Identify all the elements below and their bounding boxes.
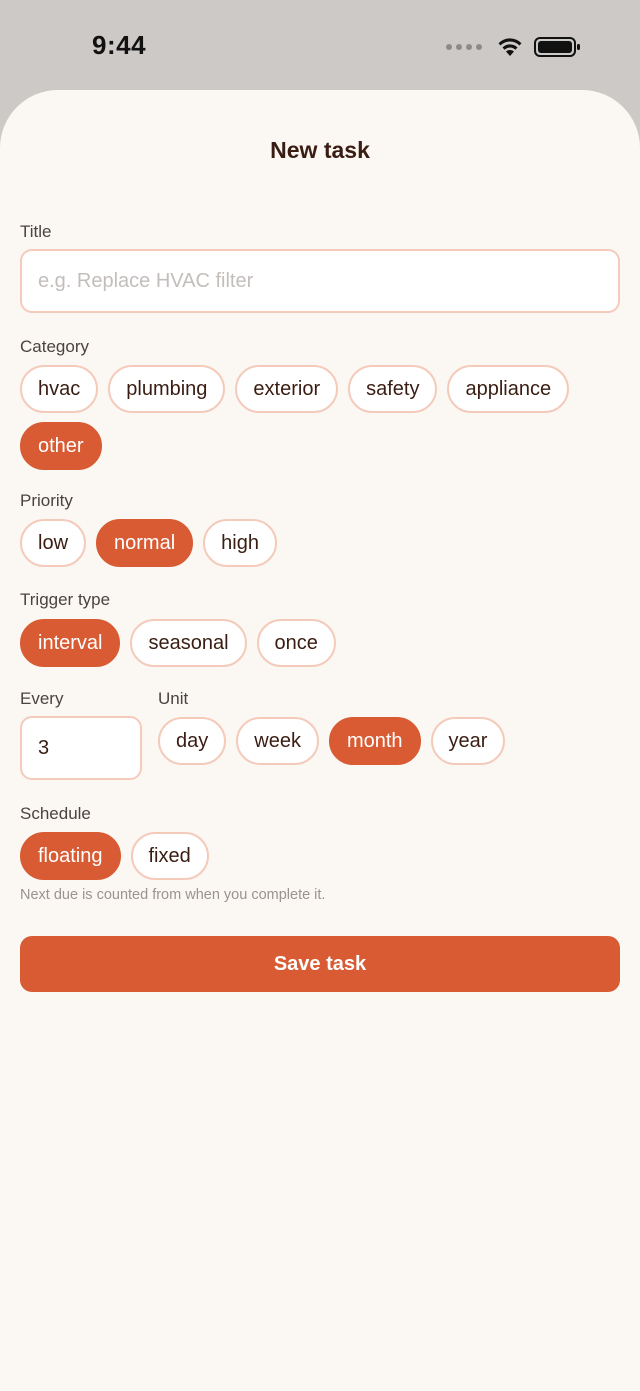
category-chip-other[interactable]: other xyxy=(20,422,102,470)
every-label: Every xyxy=(20,689,64,708)
status-bar: 9:44 xyxy=(0,0,640,92)
battery-icon xyxy=(534,37,580,57)
trigger-type-label: Trigger type xyxy=(20,590,111,609)
every-input[interactable]: 3 xyxy=(20,716,142,780)
category-chips-row-1: hvac plumbing exterior safety appliance xyxy=(20,365,570,413)
unit-chips: day week month year xyxy=(158,717,506,765)
schedule-chip-fixed[interactable]: fixed xyxy=(130,832,209,880)
sheet-title: New task xyxy=(270,137,370,163)
category-chip-plumbing[interactable]: plumbing xyxy=(108,365,226,413)
category-chips-row-2: other xyxy=(20,422,102,470)
unit-chip-day[interactable]: day xyxy=(158,717,227,765)
priority-chip-normal[interactable]: normal xyxy=(96,519,194,567)
title-input[interactable]: e.g. Replace HVAC filter xyxy=(20,249,620,313)
category-chip-safety[interactable]: safety xyxy=(348,365,438,413)
category-chip-hvac[interactable]: hvac xyxy=(20,365,99,413)
wifi-icon xyxy=(498,38,522,56)
unit-chip-week[interactable]: week xyxy=(236,717,319,765)
schedule-hint: Next due is counted from when you comple… xyxy=(20,887,326,903)
schedule-label: Schedule xyxy=(20,804,91,823)
priority-chip-high[interactable]: high xyxy=(203,519,277,567)
title-label: Title xyxy=(20,222,52,241)
unit-chip-month[interactable]: month xyxy=(328,717,421,765)
unit-label: Unit xyxy=(158,689,189,708)
signal-dots-icon xyxy=(446,44,482,50)
status-icons xyxy=(446,36,582,58)
category-chip-appliance[interactable]: appliance xyxy=(447,365,570,413)
trigger-type-chips: interval seasonal once xyxy=(20,619,336,667)
title-placeholder: e.g. Replace HVAC filter xyxy=(38,269,254,292)
schedule-chips: floating fixed xyxy=(20,832,209,880)
trigger-chip-interval[interactable]: interval xyxy=(20,619,121,667)
category-label: Category xyxy=(20,337,89,356)
status-time: 9:44 xyxy=(92,30,147,60)
new-task-sheet: New task Title e.g. Replace HVAC filter … xyxy=(0,90,640,1391)
trigger-chip-once[interactable]: once xyxy=(256,619,336,667)
category-chip-exterior[interactable]: exterior xyxy=(235,365,339,413)
schedule-chip-floating[interactable]: floating xyxy=(20,832,121,880)
trigger-chip-seasonal[interactable]: seasonal xyxy=(130,619,247,667)
priority-chips: low normal high xyxy=(20,519,277,567)
priority-label: Priority xyxy=(20,491,73,510)
priority-chip-low[interactable]: low xyxy=(20,519,87,567)
every-value: 3 xyxy=(38,736,50,759)
save-task-button[interactable]: Save task xyxy=(20,936,620,992)
unit-chip-year[interactable]: year xyxy=(430,717,506,765)
